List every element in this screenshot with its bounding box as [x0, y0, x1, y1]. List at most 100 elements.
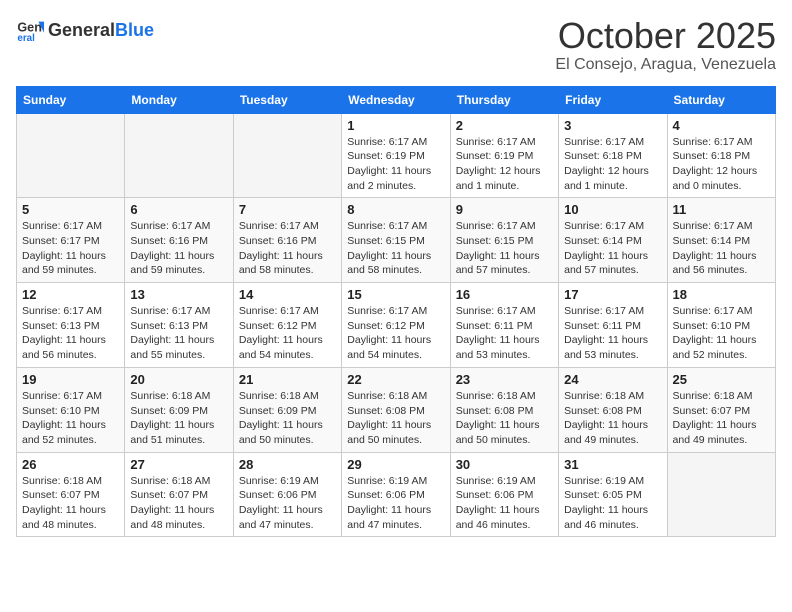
day-info: Sunrise: 6:17 AM Sunset: 6:17 PM Dayligh… — [22, 219, 119, 278]
day-number: 14 — [239, 287, 336, 302]
calendar-cell: 3 Sunrise: 6:17 AM Sunset: 6:18 PM Daylig… — [559, 113, 667, 198]
calendar-cell: 29 Sunrise: 6:19 AM Sunset: 6:06 PM Dayli… — [342, 452, 450, 537]
calendar-cell: 20Sunrise: 6:18 AM Sunset: 6:09 PM Dayli… — [125, 367, 233, 452]
day-info: Sunrise: 6:17 AM Sunset: 6:16 PM Dayligh… — [130, 219, 227, 278]
day-info: Sunrise: 6:17 AM Sunset: 6:14 PM Dayligh… — [673, 219, 770, 278]
svg-text:eral: eral — [17, 33, 35, 44]
weekday-header-friday: Friday — [559, 86, 667, 113]
day-info: Sunrise: 6:17 AM Sunset: 6:11 PM Dayligh… — [456, 304, 553, 363]
day-info: Sunrise: 6:18 AM Sunset: 6:09 PM Dayligh… — [239, 389, 336, 448]
day-number: 16 — [456, 287, 553, 302]
calendar-week-row: 26 Sunrise: 6:18 AM Sunset: 6:07 PM Dayli… — [17, 452, 776, 537]
day-number: 24 — [564, 372, 661, 387]
calendar-week-row: 1 Sunrise: 6:17 AM Sunset: 6:19 PM Daylig… — [17, 113, 776, 198]
day-info: Sunrise: 6:17 AM Sunset: 6:19 PM Dayligh… — [347, 135, 444, 194]
day-number: 1 — [347, 118, 444, 133]
day-number: 30 — [456, 457, 553, 472]
day-number: 12 — [22, 287, 119, 302]
day-number: 19 — [22, 372, 119, 387]
calendar-cell — [17, 113, 125, 198]
location-title: El Consejo, Aragua, Venezuela — [555, 56, 776, 74]
day-number: 3 — [564, 118, 661, 133]
calendar-cell: 6 Sunrise: 6:17 AM Sunset: 6:16 PM Daylig… — [125, 198, 233, 283]
day-number: 11 — [673, 202, 770, 217]
day-number: 8 — [347, 202, 444, 217]
calendar-cell: 25Sunrise: 6:18 AM Sunset: 6:07 PM Dayli… — [667, 367, 775, 452]
day-number: 6 — [130, 202, 227, 217]
calendar-cell: 27 Sunrise: 6:18 AM Sunset: 6:07 PM Dayli… — [125, 452, 233, 537]
day-number: 22 — [347, 372, 444, 387]
title-block: October 2025 El Consejo, Aragua, Venezue… — [555, 16, 776, 74]
day-info: Sunrise: 6:19 AM Sunset: 6:05 PM Dayligh… — [564, 474, 661, 533]
day-number: 17 — [564, 287, 661, 302]
logo: Gen eral GeneralBlue — [16, 16, 154, 44]
calendar-cell — [667, 452, 775, 537]
logo-general: General — [48, 20, 115, 41]
day-info: Sunrise: 6:17 AM Sunset: 6:19 PM Dayligh… — [456, 135, 553, 194]
day-info: Sunrise: 6:17 AM Sunset: 6:10 PM Dayligh… — [673, 304, 770, 363]
day-number: 21 — [239, 372, 336, 387]
day-info: Sunrise: 6:19 AM Sunset: 6:06 PM Dayligh… — [456, 474, 553, 533]
day-info: Sunrise: 6:19 AM Sunset: 6:06 PM Dayligh… — [347, 474, 444, 533]
calendar-week-row: 5Sunrise: 6:17 AM Sunset: 6:17 PM Daylig… — [17, 198, 776, 283]
day-number: 7 — [239, 202, 336, 217]
calendar-table: SundayMondayTuesdayWednesdayThursdayFrid… — [16, 86, 776, 538]
calendar-cell: 30 Sunrise: 6:19 AM Sunset: 6:06 PM Dayli… — [450, 452, 558, 537]
day-info: Sunrise: 6:17 AM Sunset: 6:10 PM Dayligh… — [22, 389, 119, 448]
calendar-cell: 1 Sunrise: 6:17 AM Sunset: 6:19 PM Daylig… — [342, 113, 450, 198]
calendar-cell: 8Sunrise: 6:17 AM Sunset: 6:15 PM Daylig… — [342, 198, 450, 283]
weekday-header-tuesday: Tuesday — [233, 86, 341, 113]
day-number: 9 — [456, 202, 553, 217]
day-info: Sunrise: 6:17 AM Sunset: 6:18 PM Dayligh… — [673, 135, 770, 194]
calendar-cell: 10Sunrise: 6:17 AM Sunset: 6:14 PM Dayli… — [559, 198, 667, 283]
calendar-cell: 9 Sunrise: 6:17 AM Sunset: 6:15 PM Daylig… — [450, 198, 558, 283]
day-info: Sunrise: 6:17 AM Sunset: 6:11 PM Dayligh… — [564, 304, 661, 363]
day-info: Sunrise: 6:17 AM Sunset: 6:15 PM Dayligh… — [456, 219, 553, 278]
day-number: 2 — [456, 118, 553, 133]
day-number: 15 — [347, 287, 444, 302]
day-info: Sunrise: 6:17 AM Sunset: 6:18 PM Dayligh… — [564, 135, 661, 194]
day-info: Sunrise: 6:17 AM Sunset: 6:16 PM Dayligh… — [239, 219, 336, 278]
calendar-week-row: 19 Sunrise: 6:17 AM Sunset: 6:10 PM Dayli… — [17, 367, 776, 452]
calendar-cell: 22 Sunrise: 6:18 AM Sunset: 6:08 PM Dayli… — [342, 367, 450, 452]
weekday-header-row: SundayMondayTuesdayWednesdayThursdayFrid… — [17, 86, 776, 113]
calendar-cell: 13Sunrise: 6:17 AM Sunset: 6:13 PM Dayli… — [125, 283, 233, 368]
day-info: Sunrise: 6:17 AM Sunset: 6:12 PM Dayligh… — [239, 304, 336, 363]
weekday-header-monday: Monday — [125, 86, 233, 113]
day-info: Sunrise: 6:18 AM Sunset: 6:07 PM Dayligh… — [130, 474, 227, 533]
calendar-cell: 14 Sunrise: 6:17 AM Sunset: 6:12 PM Dayli… — [233, 283, 341, 368]
calendar-cell: 24Sunrise: 6:18 AM Sunset: 6:08 PM Dayli… — [559, 367, 667, 452]
day-number: 26 — [22, 457, 119, 472]
calendar-cell: 23Sunrise: 6:18 AM Sunset: 6:08 PM Dayli… — [450, 367, 558, 452]
calendar-cell: 17 Sunrise: 6:17 AM Sunset: 6:11 PM Dayli… — [559, 283, 667, 368]
day-info: Sunrise: 6:18 AM Sunset: 6:07 PM Dayligh… — [673, 389, 770, 448]
calendar-cell: 26Sunrise: 6:18 AM Sunset: 6:07 PM Dayli… — [17, 452, 125, 537]
calendar-cell: 12 Sunrise: 6:17 AM Sunset: 6:13 PM Dayli… — [17, 283, 125, 368]
calendar-cell: 28Sunrise: 6:19 AM Sunset: 6:06 PM Dayli… — [233, 452, 341, 537]
day-info: Sunrise: 6:17 AM Sunset: 6:13 PM Dayligh… — [130, 304, 227, 363]
day-info: Sunrise: 6:17 AM Sunset: 6:13 PM Dayligh… — [22, 304, 119, 363]
calendar-cell: 7 Sunrise: 6:17 AM Sunset: 6:16 PM Daylig… — [233, 198, 341, 283]
day-info: Sunrise: 6:18 AM Sunset: 6:08 PM Dayligh… — [456, 389, 553, 448]
weekday-header-saturday: Saturday — [667, 86, 775, 113]
weekday-header-sunday: Sunday — [17, 86, 125, 113]
calendar-cell: 15 Sunrise: 6:17 AM Sunset: 6:12 PM Dayli… — [342, 283, 450, 368]
calendar-cell: 2 Sunrise: 6:17 AM Sunset: 6:19 PM Daylig… — [450, 113, 558, 198]
calendar-week-row: 12 Sunrise: 6:17 AM Sunset: 6:13 PM Dayli… — [17, 283, 776, 368]
calendar-cell: 4Sunrise: 6:17 AM Sunset: 6:18 PM Daylig… — [667, 113, 775, 198]
day-number: 10 — [564, 202, 661, 217]
svg-text:Gen: Gen — [17, 20, 42, 34]
page-header: Gen eral GeneralBlue October 2025 El Con… — [16, 16, 776, 74]
weekday-header-wednesday: Wednesday — [342, 86, 450, 113]
day-info: Sunrise: 6:18 AM Sunset: 6:08 PM Dayligh… — [347, 389, 444, 448]
day-number: 31 — [564, 457, 661, 472]
calendar-cell: 21 Sunrise: 6:18 AM Sunset: 6:09 PM Dayli… — [233, 367, 341, 452]
calendar-cell: 18 Sunrise: 6:17 AM Sunset: 6:10 PM Dayli… — [667, 283, 775, 368]
day-info: Sunrise: 6:19 AM Sunset: 6:06 PM Dayligh… — [239, 474, 336, 533]
weekday-header-thursday: Thursday — [450, 86, 558, 113]
day-info: Sunrise: 6:17 AM Sunset: 6:12 PM Dayligh… — [347, 304, 444, 363]
day-number: 29 — [347, 457, 444, 472]
day-number: 18 — [673, 287, 770, 302]
calendar-cell: 31 Sunrise: 6:19 AM Sunset: 6:05 PM Dayli… — [559, 452, 667, 537]
day-number: 27 — [130, 457, 227, 472]
